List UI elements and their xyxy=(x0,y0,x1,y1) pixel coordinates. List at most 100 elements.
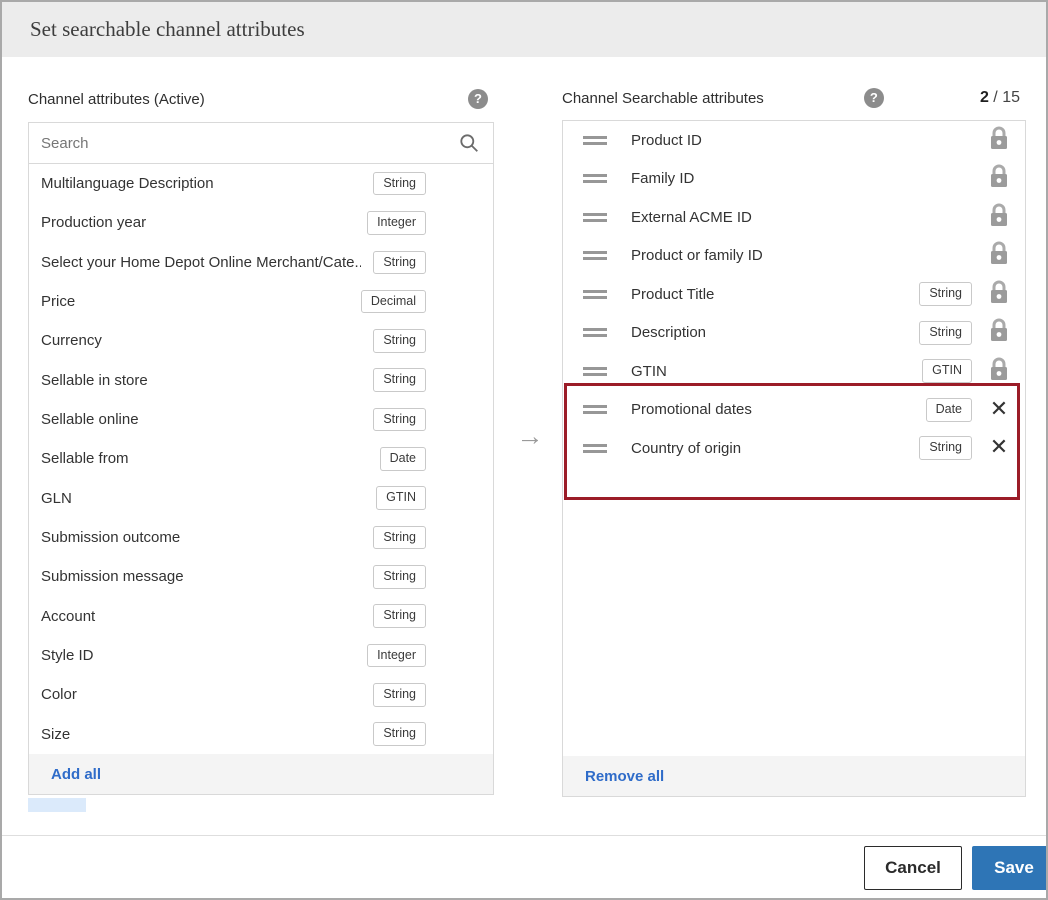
right-panel-title: Channel Searchable attributes xyxy=(562,90,764,107)
right-list-footer: Remove all xyxy=(563,756,1025,796)
type-badge: String xyxy=(373,172,426,196)
drag-handle-icon[interactable] xyxy=(583,213,607,222)
attribute-row[interactable]: Select your Home Depot Online Merchant/C… xyxy=(29,243,493,282)
attribute-label: Currency xyxy=(41,332,361,349)
attribute-label: Product or family ID xyxy=(631,247,972,264)
type-badge: GTIN xyxy=(922,359,972,383)
help-icon[interactable]: ? xyxy=(468,89,488,109)
lock-icon xyxy=(988,125,1010,156)
type-badge: String xyxy=(373,565,426,589)
attribute-label: Sellable from xyxy=(41,450,368,467)
lock-icon xyxy=(988,202,1010,233)
remove-attribute-button[interactable]: ✕ xyxy=(990,437,1008,459)
attribute-label: Sellable in store xyxy=(41,372,361,389)
drag-handle-icon[interactable] xyxy=(583,328,607,337)
attribute-label: Account xyxy=(41,608,361,625)
type-badge: String xyxy=(373,251,426,275)
drag-handle-icon[interactable] xyxy=(583,290,607,299)
attribute-label: Size xyxy=(41,726,361,743)
drag-handle-icon[interactable] xyxy=(583,405,607,414)
attribute-row[interactable]: Multilanguage Description String xyxy=(29,164,493,203)
drag-handle-icon[interactable] xyxy=(583,251,607,260)
attribute-label: Family ID xyxy=(631,170,972,187)
attribute-row[interactable]: Account String xyxy=(29,597,493,636)
set-searchable-attributes-dialog: Set searchable channel attributes Channe… xyxy=(0,0,1048,900)
remove-attribute-button[interactable]: ✕ xyxy=(990,399,1008,421)
searchable-attribute-row[interactable]: Description String xyxy=(563,314,1025,353)
row-icon-slot xyxy=(986,279,1012,310)
searchable-attribute-row[interactable]: Product Title String xyxy=(563,275,1025,314)
searchable-list-rows: Product ID Family ID xyxy=(563,121,1025,756)
row-icon-slot xyxy=(986,356,1012,387)
attribute-row[interactable]: Sellable from Date xyxy=(29,439,493,478)
attribute-row[interactable]: Size String xyxy=(29,715,493,754)
attribute-row[interactable]: Sellable online String xyxy=(29,400,493,439)
searchable-attribute-row[interactable]: Product ID xyxy=(563,121,1025,160)
help-icon[interactable]: ? xyxy=(864,88,884,108)
searchable-attribute-row[interactable]: External ACME ID xyxy=(563,198,1025,237)
lock-icon xyxy=(988,317,1010,348)
attribute-row[interactable]: GLN GTIN xyxy=(29,479,493,518)
type-badge: String xyxy=(373,408,426,432)
attribute-row[interactable]: Style ID Integer xyxy=(29,636,493,675)
searchable-attributes-panel: Channel Searchable attributes ? 2 / 15 P… xyxy=(562,76,1026,797)
attribute-label: Submission message xyxy=(41,568,361,585)
type-badge: GTIN xyxy=(376,486,426,510)
type-badge: String xyxy=(919,282,972,306)
attribute-row[interactable]: Production year Integer xyxy=(29,203,493,242)
attribute-list-rows: Multilanguage Description String Product… xyxy=(29,164,493,754)
attribute-row[interactable]: Price Decimal xyxy=(29,282,493,321)
left-list-footer: Add all xyxy=(29,754,493,794)
searchable-attribute-row[interactable]: Product or family ID xyxy=(563,237,1025,276)
attribute-label: Description xyxy=(631,324,907,341)
attribute-label: Sellable online xyxy=(41,411,361,428)
cancel-button[interactable]: Cancel xyxy=(864,846,962,890)
save-button[interactable]: Save xyxy=(972,846,1048,890)
type-badge: Integer xyxy=(367,211,426,235)
type-badge: Decimal xyxy=(361,290,426,314)
row-icon-slot xyxy=(986,240,1012,271)
footer-divider xyxy=(2,835,1046,836)
search-icon[interactable] xyxy=(459,133,479,153)
attribute-label: Price xyxy=(41,293,349,310)
attribute-label: Select your Home Depot Online Merchant/C… xyxy=(41,254,361,271)
searchable-attribute-row[interactable]: Country of origin String ✕ xyxy=(563,429,1025,468)
remove-all-button[interactable]: Remove all xyxy=(585,768,664,785)
search-input[interactable] xyxy=(41,135,459,152)
counter-total: 15 xyxy=(1002,89,1020,106)
attribute-row[interactable]: Currency String xyxy=(29,321,493,360)
attribute-row[interactable]: Sellable in store String xyxy=(29,361,493,400)
searchable-attribute-row[interactable]: GTIN GTIN xyxy=(563,352,1025,391)
searchable-attribute-row[interactable]: Promotional dates Date ✕ xyxy=(563,391,1025,430)
left-panel-title: Channel attributes (Active) xyxy=(28,91,205,108)
type-badge: String xyxy=(373,604,426,628)
type-badge: String xyxy=(373,526,426,550)
type-badge: String xyxy=(919,321,972,345)
type-badge: String xyxy=(919,436,972,460)
add-all-button[interactable]: Add all xyxy=(51,766,101,783)
channel-attributes-list: Multilanguage Description String Product… xyxy=(28,122,494,795)
search-row xyxy=(29,123,493,164)
drag-handle-icon[interactable] xyxy=(583,367,607,376)
attribute-label: External ACME ID xyxy=(631,209,972,226)
row-icon-slot xyxy=(986,317,1012,348)
selection-counter: 2 / 15 xyxy=(980,89,1020,107)
transfer-arrow-icon: → xyxy=(508,421,552,452)
type-badge: Date xyxy=(380,447,426,471)
drag-handle-icon[interactable] xyxy=(583,444,607,453)
type-badge: String xyxy=(373,329,426,353)
searchable-attribute-row[interactable]: Family ID xyxy=(563,160,1025,199)
lock-icon xyxy=(988,356,1010,387)
drag-handle-icon[interactable] xyxy=(583,136,607,145)
lock-icon xyxy=(988,240,1010,271)
attribute-row[interactable]: Submission outcome String xyxy=(29,518,493,557)
attribute-row[interactable]: Color String xyxy=(29,675,493,714)
channel-attributes-panel: Channel attributes (Active) ? Multilangu… xyxy=(28,76,494,795)
drag-handle-icon[interactable] xyxy=(583,174,607,183)
attribute-row[interactable]: Submission message String xyxy=(29,557,493,596)
type-badge: String xyxy=(373,683,426,707)
row-icon-slot: ✕ xyxy=(986,437,1012,459)
attribute-label: Production year xyxy=(41,214,355,231)
horizontal-scrollbar-thumb[interactable] xyxy=(28,798,86,812)
lock-icon xyxy=(988,163,1010,194)
